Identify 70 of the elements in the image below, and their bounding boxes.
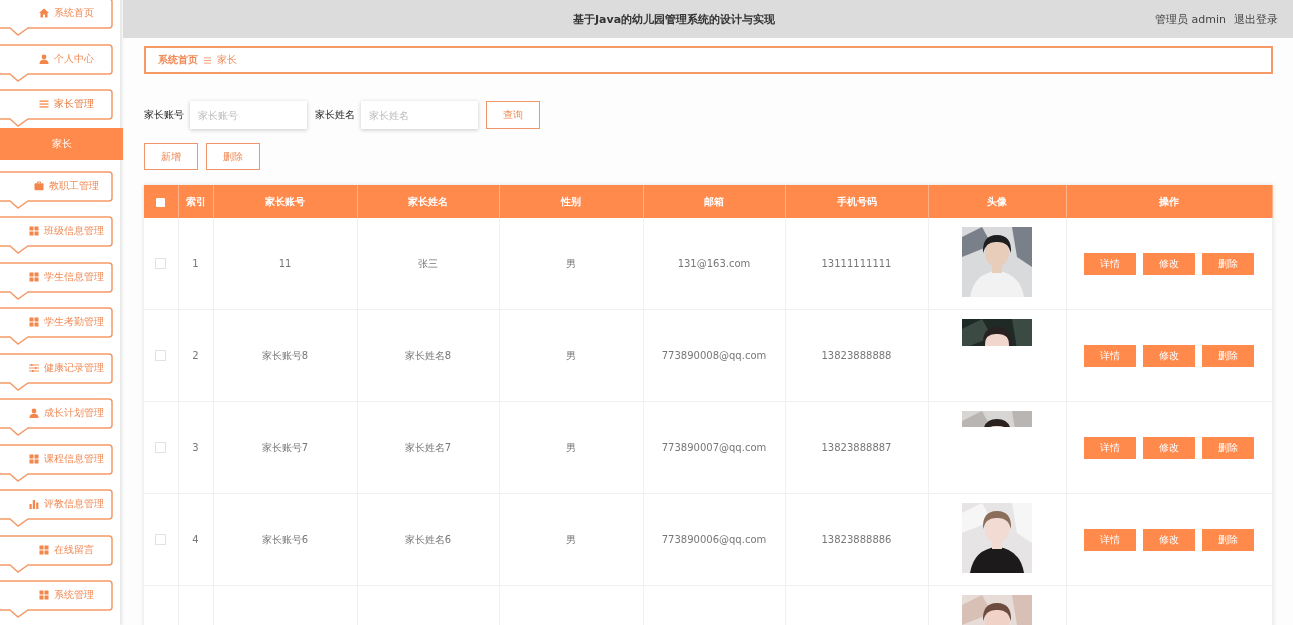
table-cell: 4 [192, 534, 199, 545]
sidebar-item[interactable]: 成长计划管理 [0, 398, 114, 436]
sidebar-item[interactable]: 系统管理 [0, 580, 114, 618]
column-header: 索引 [185, 195, 206, 207]
sidebar-item[interactable]: 学生考勤管理 [0, 307, 114, 345]
table-cell: 773890007@qq.com [661, 442, 767, 453]
table-cell: 男 [566, 533, 576, 545]
table-cell: 13823888887 [821, 442, 892, 453]
toolbar-button[interactable]: 删除 [206, 143, 260, 170]
column-header: 家长姓名 [408, 195, 448, 207]
table-cell: 家长账号8 [261, 349, 309, 361]
table-cell: 773890006@qq.com [661, 534, 767, 545]
column-header: 家长账号 [265, 195, 305, 207]
sidebar-item[interactable]: 学生信息管理 [0, 261, 114, 300]
column-header: 邮箱 [704, 195, 724, 207]
table-cell: 家长账号6 [261, 533, 309, 545]
table-cell: 11 [278, 258, 292, 269]
breadcrumb-link[interactable]: 系统首页 [158, 53, 198, 67]
user-label: 管理员 admin [1155, 11, 1226, 27]
table-cell: 男 [566, 257, 576, 269]
sidebar-item[interactable]: 评教信息管理 [0, 489, 114, 527]
row-action-button[interactable]: 删除 [1202, 436, 1255, 459]
table-cell: 131@163.com [677, 258, 751, 269]
logout-link[interactable]: 退出登录 [1234, 11, 1278, 27]
table-cell: 家长姓名8 [404, 349, 452, 361]
column-header: 操作 [1159, 195, 1180, 207]
app-title: 基于Java的幼儿园管理系统的设计与实现 [571, 11, 777, 27]
sidebar-item[interactable]: 健康记录管理 [0, 352, 114, 391]
breadcrumb-link[interactable]: 家长 [217, 53, 237, 67]
row-action-button[interactable]: 修改 [1143, 436, 1196, 459]
sidebar-item[interactable]: 家长管理 [0, 89, 114, 127]
sidebar-item[interactable]: 教职工管理 [0, 170, 114, 209]
column-header: 头像 [987, 195, 1007, 207]
row-action-button[interactable]: 删除 [1202, 252, 1255, 275]
table-cell: 13823888886 [821, 534, 892, 545]
row-action-button[interactable]: 修改 [1143, 344, 1196, 367]
field-label: 家长账号 [144, 108, 184, 122]
table-cell: 2 [192, 350, 199, 361]
table-cell: 男 [566, 349, 576, 361]
table-cell: 13111111111 [821, 258, 892, 269]
row-action-button[interactable]: 详情 [1084, 344, 1137, 367]
column-header: 性别 [561, 195, 581, 207]
sidebar-item[interactable]: 在线留言 [0, 534, 114, 573]
table-cell: 家长姓名7 [404, 441, 452, 453]
row-action-button[interactable]: 详情 [1084, 252, 1137, 275]
sidebar-item[interactable]: 系统首页 [0, 0, 114, 36]
table-cell: 家长姓名6 [404, 533, 452, 545]
table-cell: 13823888888 [821, 350, 892, 361]
search-field[interactable]: 家长账号 [190, 101, 307, 129]
sidebar-subitem[interactable]: 家长 [0, 128, 123, 160]
row-action-button[interactable]: 详情 [1084, 528, 1137, 551]
table-cell: 张三 [418, 257, 438, 269]
row-action-button[interactable]: 删除 [1202, 344, 1255, 367]
table-cell: 男 [566, 441, 576, 453]
row-action-button[interactable]: 修改 [1143, 252, 1196, 275]
column-header: 手机号码 [836, 195, 877, 207]
table-cell: 773890008@qq.com [661, 350, 767, 361]
table-cell: 3 [192, 442, 199, 453]
sidebar-item[interactable]: 课程信息管理 [0, 443, 114, 482]
field-label: 家长姓名 [315, 108, 355, 122]
toolbar-button[interactable]: 新增 [144, 143, 198, 170]
table-cell: 家长账号7 [261, 441, 309, 453]
row-action-button[interactable]: 删除 [1202, 528, 1255, 551]
row-action-button[interactable]: 修改 [1143, 528, 1196, 551]
search-button[interactable]: 查询 [486, 101, 540, 129]
sidebar-item[interactable]: 班级信息管理 [0, 216, 114, 254]
row-action-button[interactable]: 详情 [1084, 436, 1137, 459]
sidebar-item[interactable]: 个人中心 [0, 43, 114, 82]
table-cell: 1 [192, 258, 199, 269]
search-field[interactable]: 家长姓名 [361, 101, 478, 129]
